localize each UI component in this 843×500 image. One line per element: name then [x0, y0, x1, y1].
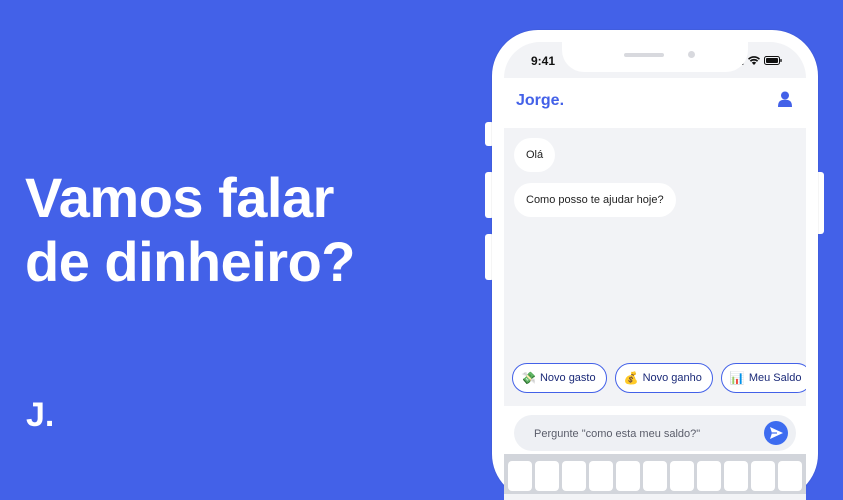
- quick-replies: 💸 Novo gasto 💰 Novo ganho 📊 Meu Saldo: [512, 363, 806, 393]
- keyboard-key[interactable]: [697, 461, 721, 491]
- keyboard-key[interactable]: [589, 461, 613, 491]
- app-title: Jorge.: [516, 92, 565, 109]
- wifi-icon: [748, 56, 760, 65]
- send-button[interactable]: [764, 421, 788, 445]
- message-input-container: [514, 415, 796, 453]
- status-time: 9:41: [531, 54, 556, 68]
- profile-icon[interactable]: [778, 91, 792, 112]
- chat-message-bubble: Olá: [514, 138, 556, 172]
- front-camera: [688, 51, 695, 58]
- speaker-grille: [624, 53, 664, 57]
- keyboard-key[interactable]: [724, 461, 748, 491]
- battery-icon: [764, 56, 782, 65]
- quick-reply-label: Novo gasto: [539, 372, 596, 384]
- keyboard-key[interactable]: [751, 461, 775, 491]
- app-header: Jorge.: [504, 78, 806, 128]
- quick-reply-label: Novo ganho: [642, 372, 702, 384]
- keyboard-key[interactable]: [778, 461, 802, 491]
- quick-reply-novo-ganho[interactable]: 💰 Novo ganho: [614, 363, 713, 393]
- phone-screen: Jorge. 9:41 Olá Como posso te ajudar hoj…: [504, 42, 806, 500]
- send-icon: [769, 427, 783, 439]
- quick-reply-label: Meu Saldo: [748, 372, 802, 384]
- keyboard-key[interactable]: [616, 461, 640, 491]
- message-input[interactable]: [532, 415, 746, 453]
- brand-logo: J.: [26, 396, 55, 434]
- chat-message-bubble: Como posso te ajudar hoje?: [514, 183, 676, 217]
- keyboard-key[interactable]: [643, 461, 667, 491]
- keyboard-key[interactable]: [535, 461, 559, 491]
- keyboard: [504, 454, 806, 494]
- headline-line-1: Vamos falar: [25, 166, 334, 229]
- hero-headline: Vamos falar de dinheiro?: [25, 166, 356, 294]
- headline-line-2: de dinheiro?: [25, 230, 356, 293]
- bar-chart-icon: 📊: [729, 371, 745, 385]
- phone-mockup: Jorge. 9:41 Olá Como posso te ajudar hoj…: [492, 30, 818, 500]
- quick-reply-meu-saldo[interactable]: 📊 Meu Saldo: [720, 363, 806, 393]
- money-bag-icon: 💰: [623, 371, 639, 385]
- money-wings-icon: 💸: [521, 371, 536, 385]
- phone-notch: [562, 42, 748, 72]
- keyboard-key[interactable]: [670, 461, 694, 491]
- quick-reply-novo-gasto[interactable]: 💸 Novo gasto: [512, 363, 607, 393]
- keyboard-key[interactable]: [508, 461, 532, 491]
- keyboard-key[interactable]: [562, 461, 586, 491]
